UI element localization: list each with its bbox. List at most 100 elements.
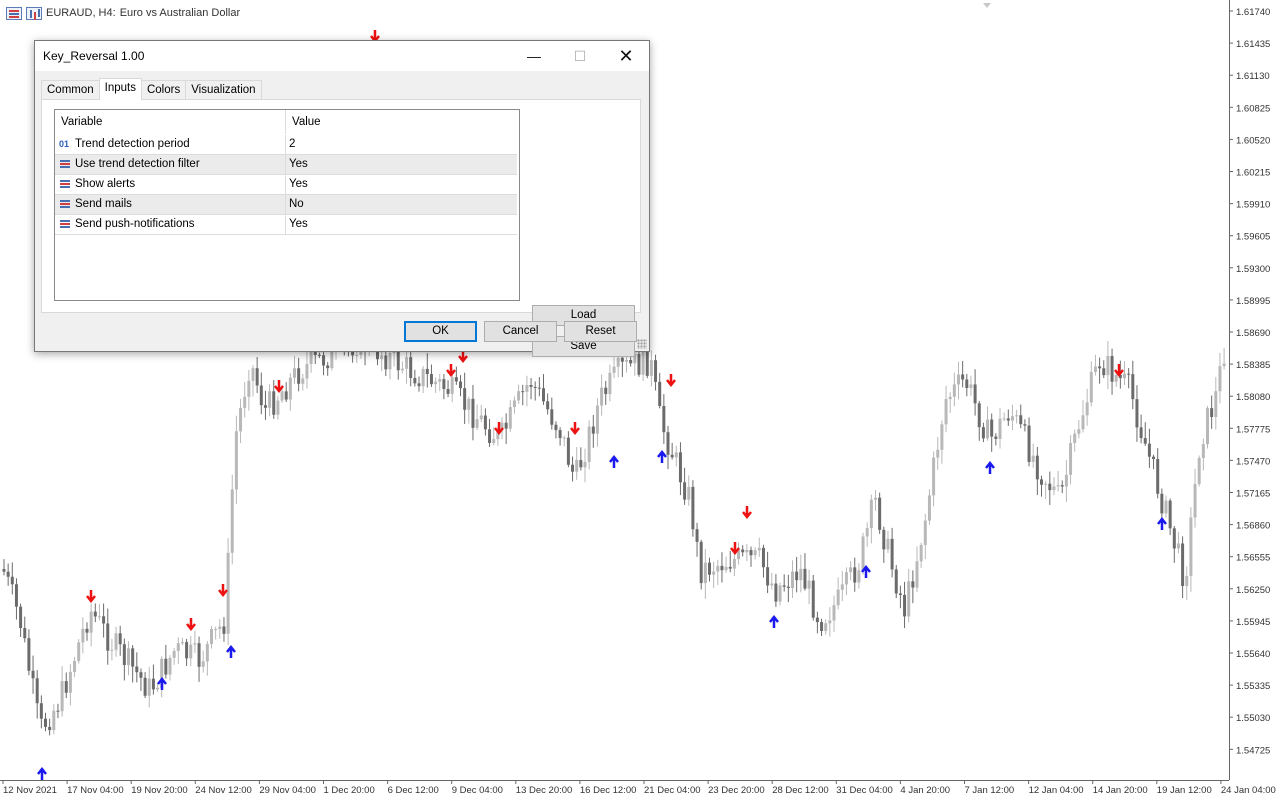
input-value[interactable]: 2 bbox=[287, 135, 517, 154]
price-label: 1.56555 bbox=[1236, 553, 1270, 564]
resize-grip[interactable] bbox=[637, 339, 647, 349]
candle-body bbox=[890, 538, 894, 570]
chart-type-icon[interactable] bbox=[26, 6, 42, 20]
candle-body bbox=[39, 703, 43, 719]
price-label: 1.58690 bbox=[1236, 328, 1270, 339]
candle-body bbox=[6, 571, 10, 577]
candle-body bbox=[745, 550, 749, 553]
candle-body bbox=[965, 379, 969, 388]
candle-body bbox=[1069, 443, 1073, 475]
minimize-button[interactable]: — bbox=[511, 41, 557, 71]
candle-body bbox=[147, 678, 151, 696]
candle-body bbox=[243, 396, 247, 408]
input-value[interactable]: Yes bbox=[287, 175, 517, 194]
tab-visualization[interactable]: Visualization bbox=[185, 80, 262, 99]
candle-body bbox=[68, 671, 72, 693]
input-value[interactable]: Yes bbox=[287, 215, 517, 234]
candle-body bbox=[608, 372, 612, 395]
grid-header: Variable Value bbox=[55, 110, 517, 135]
input-row-send-mails[interactable]: Send mails No bbox=[55, 195, 517, 215]
close-button[interactable]: ✕ bbox=[603, 41, 649, 71]
candle-body bbox=[118, 633, 122, 645]
chart-symbol: EURAUD, H4: bbox=[46, 7, 116, 19]
input-row-trend-period[interactable]: 01 Trend detection period 2 bbox=[55, 135, 517, 155]
input-row-show-alerts[interactable]: Show alerts Yes bbox=[55, 175, 517, 195]
header-value[interactable]: Value bbox=[287, 110, 517, 134]
candle-body bbox=[19, 606, 23, 629]
candle-body bbox=[284, 391, 288, 400]
candle-body bbox=[459, 381, 462, 389]
candle-body bbox=[645, 347, 649, 376]
dialog-titlebar[interactable]: Key_Reversal 1.00 — ☐ ✕ bbox=[35, 41, 649, 71]
candle-body bbox=[1185, 575, 1189, 586]
candle-body bbox=[1110, 355, 1114, 382]
candle-body bbox=[612, 366, 616, 373]
candle-body bbox=[438, 379, 442, 382]
candle-body bbox=[1056, 485, 1060, 487]
price-label: 1.56250 bbox=[1236, 585, 1270, 596]
candle-body bbox=[662, 405, 666, 433]
header-variable[interactable]: Variable bbox=[55, 110, 286, 134]
candle-body bbox=[1077, 429, 1081, 434]
candle-body bbox=[280, 391, 284, 401]
input-row-send-push[interactable]: Send push-notifications Yes bbox=[55, 215, 517, 235]
candle-body bbox=[994, 436, 998, 439]
candle-body bbox=[475, 419, 479, 428]
candle-body bbox=[197, 643, 201, 667]
candle-body bbox=[222, 626, 226, 634]
candle-body bbox=[413, 377, 417, 384]
tab-colors[interactable]: Colors bbox=[140, 80, 187, 99]
input-value[interactable]: No bbox=[287, 195, 517, 214]
candle-body bbox=[288, 377, 292, 400]
candle-body bbox=[1127, 373, 1131, 375]
candle-body bbox=[620, 357, 624, 362]
candle-body bbox=[907, 581, 911, 617]
chart-description: Euro vs Australian Dollar bbox=[119, 7, 241, 19]
candle-body bbox=[201, 661, 205, 667]
candle-body bbox=[882, 529, 886, 550]
candle-body bbox=[886, 538, 890, 550]
candle-body bbox=[305, 364, 309, 379]
candle-body bbox=[1019, 415, 1023, 425]
candle-body bbox=[317, 354, 321, 356]
candle-body bbox=[467, 398, 471, 410]
candle-body bbox=[1143, 438, 1147, 444]
candle-body bbox=[1214, 391, 1218, 418]
tab-strip: Common Inputs Colors Visualization bbox=[41, 78, 262, 100]
candle-body bbox=[268, 391, 272, 408]
candle-body bbox=[73, 660, 77, 672]
candle-body bbox=[230, 489, 234, 553]
chart-menu-icon[interactable] bbox=[6, 6, 22, 20]
bool-icon bbox=[59, 178, 72, 191]
tab-common[interactable]: Common bbox=[41, 80, 100, 99]
candle-body bbox=[566, 437, 570, 465]
candle-body bbox=[604, 387, 608, 395]
price-label: 1.61435 bbox=[1236, 39, 1270, 50]
candle-body bbox=[309, 352, 313, 365]
candle-body bbox=[915, 561, 919, 588]
candle-body bbox=[355, 355, 359, 357]
candle-body bbox=[172, 651, 176, 658]
candle-body bbox=[741, 549, 745, 553]
input-row-trend-filter[interactable]: Use trend detection filter Yes bbox=[55, 155, 517, 175]
candle-body bbox=[114, 633, 118, 650]
reset-button[interactable]: Reset bbox=[564, 321, 637, 342]
time-label: 19 Jan 12:00 bbox=[1157, 785, 1212, 796]
bool-icon bbox=[59, 158, 72, 171]
cancel-button[interactable]: Cancel bbox=[484, 321, 557, 342]
price-label: 1.54725 bbox=[1236, 745, 1270, 756]
candle-body bbox=[625, 360, 628, 362]
ok-button[interactable]: OK bbox=[404, 321, 477, 342]
price-label: 1.59910 bbox=[1236, 200, 1270, 211]
candle-body bbox=[1106, 355, 1110, 376]
input-value[interactable]: Yes bbox=[287, 155, 517, 174]
candle-body bbox=[1152, 456, 1156, 460]
time-label: 13 Dec 20:00 bbox=[516, 785, 573, 796]
tab-inputs[interactable]: Inputs bbox=[98, 78, 142, 100]
candle-body bbox=[400, 368, 404, 371]
candle-body bbox=[517, 391, 521, 401]
candle-body bbox=[948, 396, 952, 400]
maximize-button: ☐ bbox=[573, 48, 587, 64]
dialog-title: Key_Reversal 1.00 bbox=[43, 49, 145, 63]
price-label: 1.57165 bbox=[1236, 489, 1270, 500]
